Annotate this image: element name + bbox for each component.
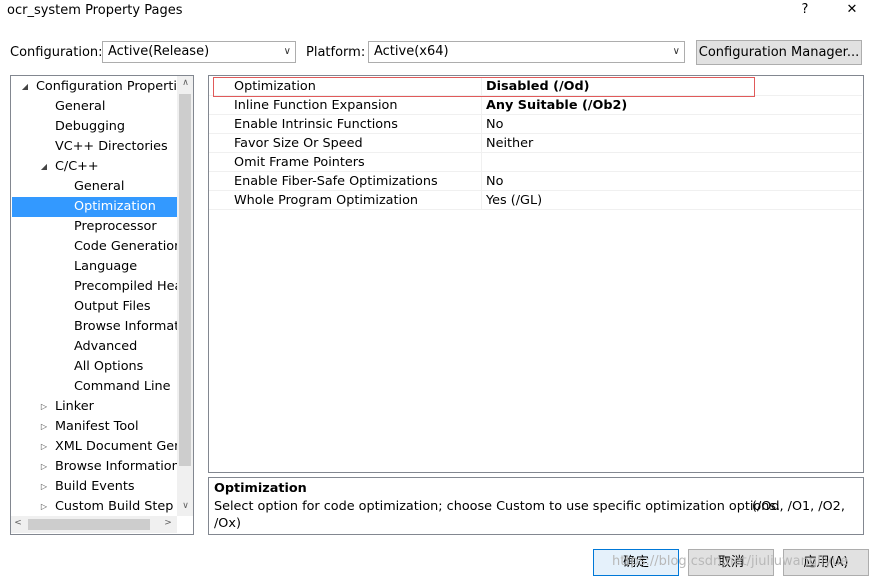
tree-item[interactable]: General xyxy=(55,97,177,117)
column-divider xyxy=(481,191,482,210)
window-title: ocr_system Property Pages xyxy=(7,3,183,18)
chevron-down-icon: ∨ xyxy=(672,46,680,57)
collapsed-arrow-icon[interactable]: ▷ xyxy=(39,442,49,451)
tree-item[interactable]: Browse Informatic xyxy=(74,317,177,337)
column-divider xyxy=(481,96,482,115)
expanded-arrow-icon[interactable]: ◢ xyxy=(20,82,30,91)
tree-item[interactable]: Linker xyxy=(55,397,177,417)
collapsed-arrow-icon[interactable]: ▷ xyxy=(39,462,49,471)
collapsed-arrow-icon[interactable]: ▷ xyxy=(39,482,49,491)
property-row[interactable]: Enable Fiber-Safe Optimizations No xyxy=(209,172,862,191)
tree-item[interactable]: Advanced xyxy=(74,337,177,357)
tree-item[interactable]: Optimization xyxy=(12,197,177,217)
description-text-continued: /Ox) xyxy=(214,516,241,531)
configuration-value: Active(Release) xyxy=(108,44,210,59)
column-divider xyxy=(481,134,482,153)
platform-dropdown[interactable]: Active(x64) ∨ xyxy=(368,41,685,63)
chevron-down-icon: ∨ xyxy=(283,46,291,57)
scroll-up-icon[interactable]: ∧ xyxy=(177,78,194,88)
description-text: Select option for code optimization; cho… xyxy=(214,499,781,514)
tree-item[interactable]: Configuration Properties xyxy=(36,77,177,97)
property-value[interactable]: Yes (/GL) xyxy=(486,191,542,210)
tree-item[interactable]: All Options xyxy=(74,357,177,377)
tree-item[interactable]: Precompiled Head xyxy=(74,277,177,297)
property-name: Enable Intrinsic Functions xyxy=(234,117,398,132)
scroll-down-icon[interactable]: ∨ xyxy=(177,501,194,511)
tree-vscrollbar[interactable]: ∧ ∨ xyxy=(177,76,193,516)
property-name: Omit Frame Pointers xyxy=(234,155,365,170)
tree-item[interactable]: General xyxy=(74,177,177,197)
property-row[interactable]: Enable Intrinsic Functions No xyxy=(209,115,862,134)
column-divider xyxy=(481,172,482,191)
tree-item[interactable]: Preprocessor xyxy=(74,217,177,237)
tree-item[interactable]: XML Document Gene xyxy=(55,437,177,457)
column-divider xyxy=(481,153,482,172)
property-value[interactable]: No xyxy=(486,115,503,134)
watermark-text: https://blog.csdn.net/jiuliuwangliyue xyxy=(612,554,849,569)
property-name: Inline Function Expansion xyxy=(234,98,398,113)
tree-item[interactable]: Language xyxy=(74,257,177,277)
configuration-dropdown[interactable]: Active(Release) ∨ xyxy=(102,41,296,63)
tree-hscroll-thumb[interactable] xyxy=(28,519,150,530)
property-value[interactable]: Any Suitable (/Ob2) xyxy=(486,96,627,115)
property-name: Favor Size Or Speed xyxy=(234,136,363,151)
tree-item[interactable]: Code Generation xyxy=(74,237,177,257)
tree-item[interactable]: Command Line xyxy=(74,377,177,397)
property-row[interactable]: Omit Frame Pointers xyxy=(209,153,862,172)
tree-item[interactable]: Output Files xyxy=(74,297,177,317)
property-row[interactable]: Whole Program Optimization Yes (/GL) xyxy=(209,191,862,210)
property-value[interactable]: Neither xyxy=(486,134,533,153)
scroll-right-icon[interactable]: > xyxy=(161,518,175,528)
tree-hscrollbar[interactable]: < > xyxy=(11,516,177,533)
tree-item[interactable]: Build Events xyxy=(55,477,177,497)
property-row[interactable]: Favor Size Or Speed Neither xyxy=(209,134,862,153)
configuration-label: Configuration: xyxy=(10,45,103,60)
configuration-manager-button[interactable]: Configuration Manager... xyxy=(696,40,862,65)
property-value[interactable]: No xyxy=(486,172,503,191)
tree-item[interactable]: VC++ Directories xyxy=(55,137,177,157)
tree-item[interactable]: Debugging xyxy=(55,117,177,137)
tree-item[interactable]: Manifest Tool xyxy=(55,417,177,437)
tree-item[interactable]: C/C++ xyxy=(55,157,177,177)
platform-value: Active(x64) xyxy=(374,44,449,59)
tree-item[interactable]: Browse Information xyxy=(55,457,177,477)
scroll-left-icon[interactable]: < xyxy=(11,518,25,528)
tree-item[interactable]: Custom Build Step xyxy=(55,497,177,517)
tree-vscroll-thumb[interactable] xyxy=(179,94,191,466)
close-button[interactable]: ✕ xyxy=(842,2,862,17)
property-name: Enable Fiber-Safe Optimizations xyxy=(234,174,438,189)
expanded-arrow-icon[interactable]: ◢ xyxy=(39,162,49,171)
collapsed-arrow-icon[interactable]: ▷ xyxy=(39,422,49,431)
platform-label: Platform: xyxy=(306,45,366,60)
property-name: Whole Program Optimization xyxy=(234,193,419,208)
collapsed-arrow-icon[interactable]: ▷ xyxy=(39,402,49,411)
column-divider xyxy=(481,115,482,134)
property-row[interactable]: Inline Function Expansion Any Suitable (/… xyxy=(209,96,862,115)
description-options: (/Od, /O1, /O2, xyxy=(752,499,845,514)
collapsed-arrow-icon[interactable]: ▷ xyxy=(39,502,49,511)
selected-row-highlight xyxy=(213,77,755,97)
help-button[interactable]: ? xyxy=(795,2,815,17)
description-title: Optimization xyxy=(214,481,307,496)
